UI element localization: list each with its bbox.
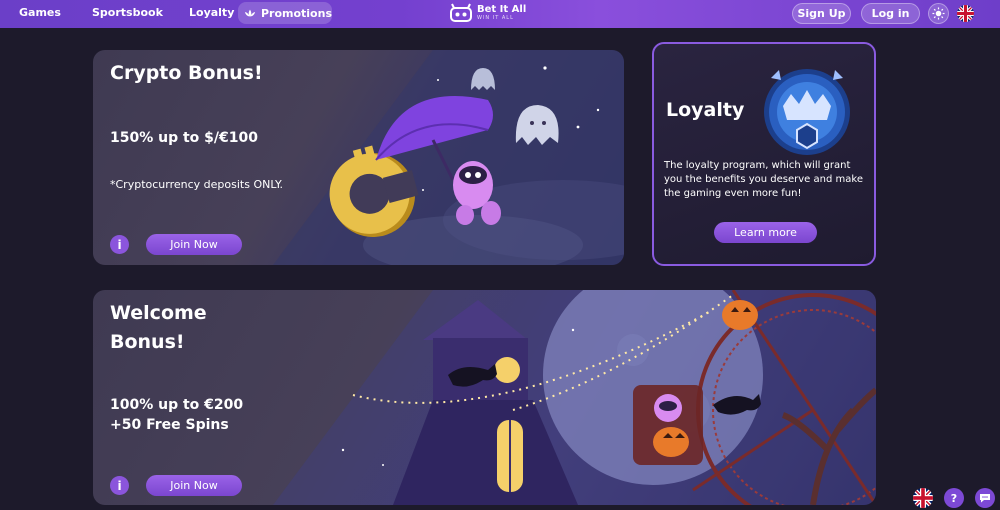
loyalty-description: The loyalty program, which will grant yo… (664, 160, 863, 199)
welcome-bonus-title-line1: Welcome (110, 302, 207, 324)
welcome-bonus-offer-line2: +50 Free Spins (110, 417, 229, 433)
welcome-bonus-title-line2: Bonus! (110, 331, 185, 353)
logo-tagline: WIN IT ALL (477, 15, 514, 21)
crown-badge-icon (764, 69, 850, 155)
uk-flag-icon (913, 488, 933, 508)
nav-promotions-label: Promotions (260, 6, 332, 20)
nav-games[interactable]: Games (19, 6, 61, 19)
theme-toggle-button[interactable] (928, 3, 949, 24)
sun-icon (932, 7, 945, 20)
nav-promotions[interactable]: Promotions (238, 2, 332, 24)
crypto-join-now-button[interactable]: Join Now (146, 234, 242, 255)
floating-language-button[interactable] (913, 488, 933, 510)
help-button[interactable]: ? (944, 488, 964, 508)
crypto-bonus-offer: 150% up to $/€100 (110, 130, 258, 146)
welcome-bonus-offer-line1: 100% up to €200 (110, 397, 244, 413)
lotus-icon (244, 9, 256, 17)
language-selector[interactable] (957, 5, 974, 26)
welcome-bonus-card: Welcome Bonus! 100% up to €200 +50 Free … (93, 290, 876, 505)
uk-flag-icon (957, 5, 974, 22)
crypto-bonus-card: Crypto Bonus! 150% up to $/€100 *Cryptoc… (93, 50, 624, 265)
crypto-bonus-title: Crypto Bonus! (110, 62, 263, 84)
signup-button[interactable]: Sign Up (792, 3, 851, 24)
loyalty-card: Loyalty The loyalty program, which will … (652, 42, 876, 266)
chat-bubble-icon (980, 494, 990, 503)
learn-more-button[interactable]: Learn more (714, 222, 817, 243)
crypto-bonus-note: *Cryptocurrency deposits ONLY. (110, 178, 283, 191)
crypto-info-button[interactable]: i (110, 235, 129, 254)
logo-title: Bet It All (477, 4, 527, 15)
welcome-info-button[interactable]: i (110, 476, 129, 495)
brand-logo[interactable]: Bet It All WIN IT ALL (449, 3, 526, 23)
nav-loyalty[interactable]: Loyalty (189, 6, 234, 19)
robot-logo-icon (450, 3, 472, 22)
chat-button[interactable] (975, 488, 995, 508)
loyalty-title: Loyalty (666, 99, 745, 121)
top-navbar: Games Sportsbook Loyalty Promotions Bet … (0, 0, 1000, 28)
nav-sportsbook[interactable]: Sportsbook (92, 6, 163, 19)
login-button[interactable]: Log in (861, 3, 920, 24)
welcome-join-now-button[interactable]: Join Now (146, 475, 242, 496)
